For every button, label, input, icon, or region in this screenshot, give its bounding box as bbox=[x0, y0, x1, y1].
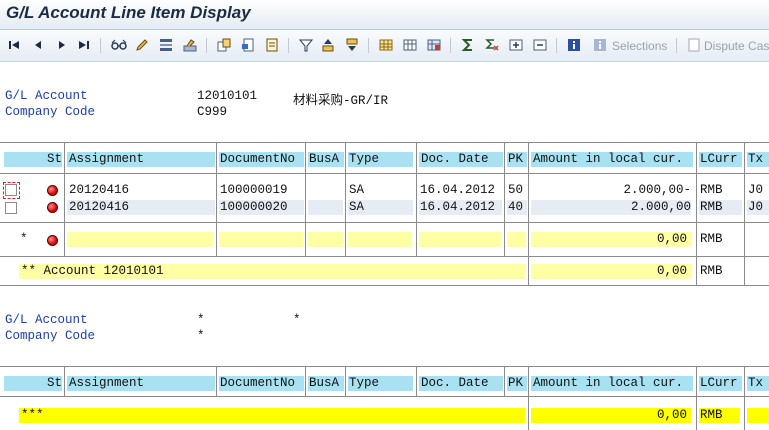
sort-ascending-icon[interactable] bbox=[320, 37, 338, 53]
cell-doc-date: 16.04.2012 bbox=[419, 200, 502, 215]
col-header-posting-key[interactable]: PK bbox=[507, 152, 527, 167]
cell-posting-key: 40 bbox=[507, 200, 527, 215]
previous-page-icon[interactable] bbox=[30, 37, 48, 53]
subtotal-amount: 0,00 bbox=[531, 232, 691, 247]
selections-button: Selections bbox=[612, 39, 668, 53]
save-layout-icon[interactable] bbox=[426, 37, 444, 53]
next-page-icon[interactable] bbox=[54, 37, 72, 53]
account-total-currency: RMB bbox=[700, 264, 723, 278]
col-header-assignment[interactable]: Assignment bbox=[67, 376, 215, 391]
subtotal-busa-cell bbox=[308, 232, 343, 247]
col-header-type[interactable]: Type bbox=[348, 152, 413, 167]
status-red-icon bbox=[47, 185, 58, 196]
dispute-case-button: Dispute Cas bbox=[704, 39, 769, 53]
col-header-type[interactable]: Type bbox=[348, 376, 413, 391]
first-page-icon[interactable] bbox=[6, 37, 24, 53]
application-toolbar: Selections Dispute Cas bbox=[0, 31, 769, 62]
col-header-amount[interactable]: Amount in local cur. bbox=[531, 376, 693, 391]
subtotal-marker: * bbox=[20, 232, 28, 246]
col-header-posting-key[interactable]: PK bbox=[507, 376, 527, 391]
subtotal-document-cell bbox=[219, 232, 303, 247]
subtotal-pk-cell bbox=[507, 232, 526, 247]
col-header-document-no[interactable]: DocumentNo bbox=[219, 152, 304, 167]
col-header-local-currency[interactable]: LCurr bbox=[699, 376, 742, 391]
row-select-checkbox[interactable] bbox=[5, 202, 17, 214]
gl-account-description: * bbox=[293, 313, 301, 327]
col-header-tax-code[interactable]: Tx bbox=[747, 376, 769, 391]
cell-local-currency: RMB bbox=[699, 183, 742, 198]
status-red-icon bbox=[47, 235, 58, 246]
company-code-label: Company Code bbox=[5, 329, 96, 343]
info-icon[interactable] bbox=[566, 37, 584, 53]
col-header-business-area[interactable]: BusA bbox=[308, 376, 344, 391]
sort-descending-icon[interactable] bbox=[344, 37, 362, 53]
sum-icon[interactable] bbox=[460, 37, 478, 53]
collapse-icon[interactable] bbox=[532, 37, 550, 53]
col-header-doc-date[interactable]: Doc. Date bbox=[419, 152, 503, 167]
row-select-checkbox[interactable] bbox=[5, 184, 17, 196]
cell-document-no[interactable]: 100000019 bbox=[219, 183, 304, 198]
layout-icon[interactable] bbox=[158, 37, 176, 53]
grand-total-currency: RMB bbox=[699, 408, 740, 423]
pencil-change-icon[interactable] bbox=[134, 37, 152, 53]
company-code-label: Company Code bbox=[5, 105, 96, 119]
glasses-display-icon[interactable] bbox=[110, 37, 128, 53]
last-page-icon[interactable] bbox=[76, 37, 94, 53]
col-header-doc-date[interactable]: Doc. Date bbox=[419, 376, 503, 391]
cell-local-currency: RMB bbox=[699, 200, 742, 215]
document-icon[interactable] bbox=[264, 37, 282, 53]
gl-account-description: 材料采购-GR/IR bbox=[293, 94, 389, 108]
cell-assignment: 20120416 bbox=[67, 183, 215, 198]
col-header-document-no[interactable]: DocumentNo bbox=[219, 376, 304, 391]
col-header-status[interactable]: St bbox=[4, 152, 62, 167]
col-header-amount[interactable]: Amount in local cur. bbox=[531, 152, 693, 167]
subtotal-currency: RMB bbox=[700, 232, 723, 246]
gl-account-label: G/L Account bbox=[5, 89, 88, 103]
company-code-value: * bbox=[197, 329, 205, 343]
cell-type: SA bbox=[348, 200, 413, 215]
cell-doc-date: 16.04.2012 bbox=[419, 183, 502, 198]
gl-account-value: * bbox=[197, 313, 205, 327]
col-header-local-currency[interactable]: LCurr bbox=[699, 152, 742, 167]
company-code-value: C999 bbox=[197, 105, 228, 119]
call-document-icon[interactable] bbox=[240, 37, 258, 53]
title-bar: G/L Account Line Item Display bbox=[0, 0, 769, 30]
grand-total-amount: 0,00 bbox=[531, 408, 691, 423]
cell-assignment: 20120416 bbox=[67, 200, 215, 215]
cell-amount: 2.000,00- bbox=[531, 183, 691, 198]
cell-type: SA bbox=[348, 183, 413, 198]
status-red-icon bbox=[47, 202, 58, 213]
account-total-amount: 0,00 bbox=[531, 264, 691, 279]
page-title: G/L Account Line Item Display bbox=[6, 3, 251, 22]
cell-document-no[interactable]: 100000020 bbox=[219, 200, 304, 215]
cell-business-area bbox=[308, 200, 343, 215]
mass-change-icon[interactable] bbox=[182, 37, 200, 53]
account-total-label: ** Account 12010101 bbox=[19, 264, 525, 279]
grid-icon[interactable] bbox=[378, 37, 396, 53]
col-header-tax-code[interactable]: Tx bbox=[747, 152, 769, 167]
cell-business-area bbox=[308, 183, 343, 198]
col-header-business-area[interactable]: BusA bbox=[308, 152, 344, 167]
dispute-case-icon bbox=[686, 37, 704, 53]
document-overview-icon[interactable] bbox=[216, 37, 234, 53]
subtotal-date-cell bbox=[419, 232, 501, 247]
gl-account-label: G/L Account bbox=[5, 313, 88, 327]
selections-info-icon bbox=[592, 37, 610, 53]
cell-amount: 2.000,00 bbox=[531, 200, 691, 215]
filter-icon[interactable] bbox=[298, 37, 316, 53]
grand-total-label: *** bbox=[19, 408, 525, 423]
change-layout-icon[interactable] bbox=[402, 37, 420, 53]
cell-tax-code: J0 bbox=[747, 183, 769, 198]
subtotal-assignment-cell bbox=[67, 232, 213, 247]
col-header-status[interactable]: St bbox=[4, 376, 62, 391]
subtotal-type-cell bbox=[348, 232, 412, 247]
gl-account-value: 12010101 bbox=[197, 89, 258, 103]
cell-tax-code: J0 bbox=[747, 200, 769, 215]
col-header-assignment[interactable]: Assignment bbox=[67, 152, 215, 167]
cell-posting-key: 50 bbox=[507, 183, 527, 198]
expand-icon[interactable] bbox=[508, 37, 526, 53]
grand-total-tax-cell bbox=[747, 408, 769, 423]
subtotal-icon[interactable] bbox=[484, 37, 502, 53]
